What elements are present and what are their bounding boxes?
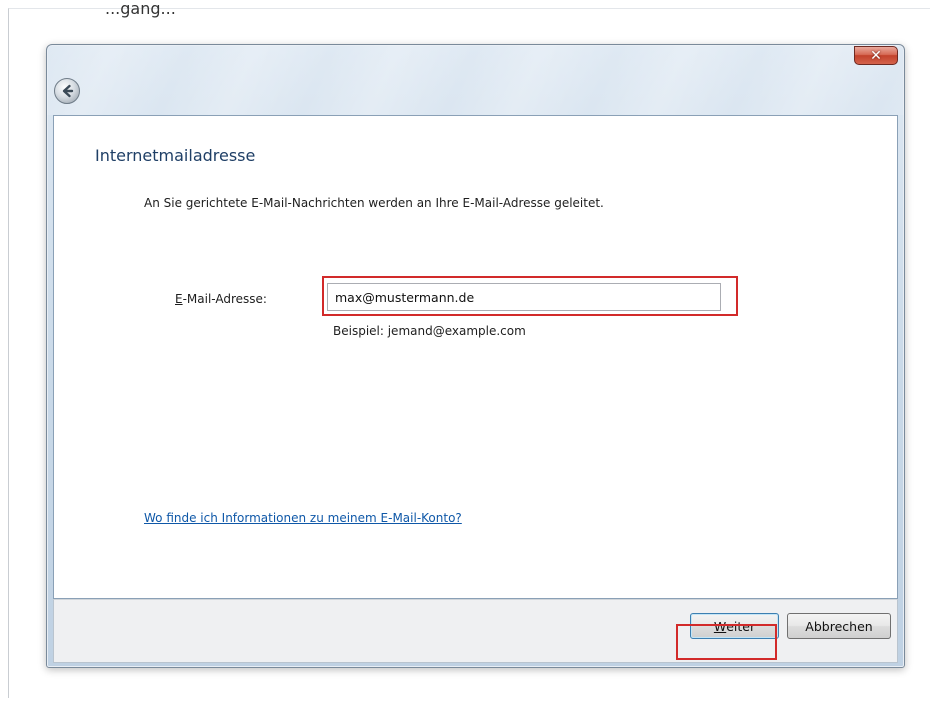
next-button-mnemonic: W	[713, 618, 727, 634]
example-hint: Beispiel: jemand@example.com	[333, 324, 526, 338]
wizard-window: ✕ Internetmailadresse An Sie gerichtete …	[46, 44, 905, 668]
title-bar-sheen	[47, 45, 904, 115]
description-text: An Sie gerichtete E-Mail-Nachrichten wer…	[144, 196, 604, 210]
title-bar: ✕	[47, 45, 904, 115]
next-button-label: eiter	[726, 618, 756, 634]
email-input[interactable]	[327, 283, 721, 311]
back-arrow-icon	[62, 84, 74, 98]
wizard-content: Internetmailadresse An Sie gerichtete E-…	[53, 115, 898, 599]
close-icon: ✕	[870, 47, 882, 64]
email-label-mnemonic: E	[175, 292, 183, 306]
background-heading-fragment: ...gang...	[105, 0, 176, 18]
next-button[interactable]: Weiter	[690, 613, 779, 639]
back-button[interactable]	[54, 78, 80, 104]
close-button[interactable]: ✕	[854, 46, 898, 65]
cancel-button[interactable]: Abbrechen	[787, 613, 891, 639]
email-label: E-Mail-Adresse:	[175, 292, 267, 306]
help-link[interactable]: Wo finde ich Informationen zu meinem E-M…	[144, 511, 462, 525]
button-bar: Weiter Abbrechen	[53, 599, 898, 663]
email-label-text: -Mail-Adresse:	[182, 292, 267, 306]
page-title: Internetmailadresse	[95, 146, 256, 165]
